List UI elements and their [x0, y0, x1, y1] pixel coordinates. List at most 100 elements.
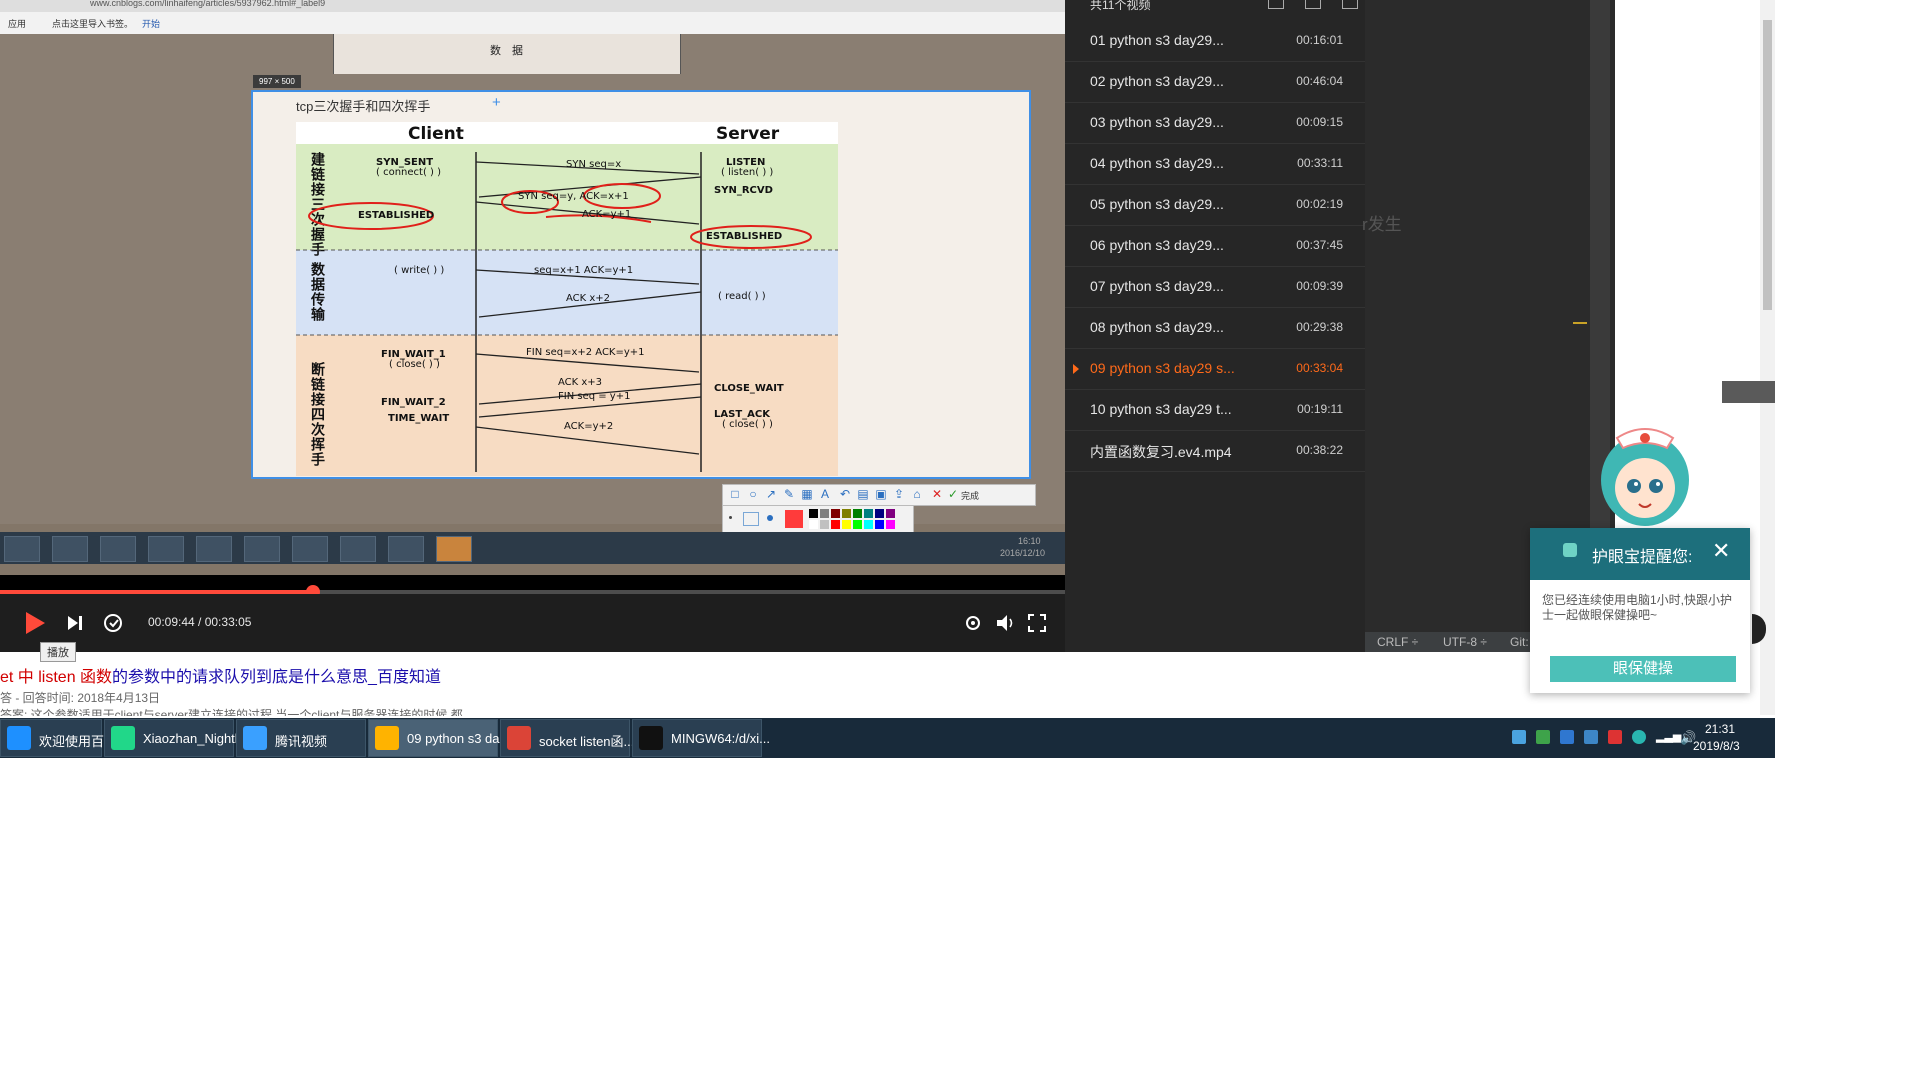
color-swatch[interactable]: [831, 509, 840, 518]
playlist-item[interactable]: 08 python s3 day29... 00:29:38: [1065, 307, 1365, 349]
search-result-link-text[interactable]: 的参数中的请求队列到底是什么意思_百度知道: [112, 669, 441, 686]
playlist-delete-icon[interactable]: [1342, 0, 1358, 9]
inner-app-icon: [244, 536, 280, 562]
pen-size-small-icon[interactable]: [729, 516, 732, 519]
line-separator-status[interactable]: CRLF ÷: [1377, 635, 1418, 649]
next-icon[interactable]: [66, 614, 84, 632]
arrow-tool-icon[interactable]: ↗: [765, 488, 777, 500]
taskbar-app-icon: [507, 726, 531, 750]
close-icon[interactable]: ✕: [1712, 538, 1730, 564]
clock-date[interactable]: 2019/8/3: [1693, 739, 1740, 753]
color-swatch[interactable]: [886, 520, 895, 529]
inner-app-icon: [292, 536, 328, 562]
message-label: ACK x+3: [558, 377, 603, 388]
playlist-order-icon[interactable]: [1305, 0, 1321, 9]
current-color-swatch[interactable]: [785, 510, 803, 528]
pen-size-large-icon[interactable]: [767, 515, 773, 521]
playlist-item[interactable]: 内置函数复习.ev4.mp4 00:38:22: [1065, 430, 1365, 472]
color-swatch[interactable]: [831, 520, 840, 529]
save-icon[interactable]: ▤: [857, 488, 869, 500]
confirm-icon[interactable]: ✓: [947, 488, 959, 500]
editor-marker: [1573, 322, 1587, 324]
playlist-item[interactable]: 03 python s3 day29... 00:09:15: [1065, 102, 1365, 144]
clock-time[interactable]: 21:31: [1705, 722, 1735, 736]
network-signal-icon[interactable]: ▂▃▅: [1656, 730, 1681, 744]
taskbar-button[interactable]: Xiaozhan_Nightl...: [104, 719, 249, 757]
playlist-item-duration: 00:09:39: [1296, 279, 1343, 293]
playlist-item-title: 03 python s3 day29...: [1090, 114, 1224, 130]
taskbar-button-label: 09 python s3 da...: [407, 731, 511, 746]
color-swatch[interactable]: [875, 509, 884, 518]
share-icon[interactable]: ⇪: [893, 488, 905, 500]
taskbar-button[interactable]: 腾讯视频: [236, 719, 366, 757]
color-swatch[interactable]: [809, 520, 818, 529]
color-swatch[interactable]: [853, 509, 862, 518]
tray-security-icon[interactable]: [1584, 730, 1598, 744]
playlist-item[interactable]: 07 python s3 day29... 00:09:39: [1065, 266, 1365, 308]
loop-icon[interactable]: [102, 612, 124, 634]
undo-icon[interactable]: ↶: [839, 488, 851, 500]
color-swatch[interactable]: [809, 509, 818, 518]
capture-toolbar: □ ○ ↗ ✎ ▦ A ↶ ▤ ▣ ⇪ ⌂ ✕ ✓ 完成: [722, 484, 1036, 506]
color-swatch[interactable]: [864, 520, 873, 529]
client-state: ( close( ) ): [389, 359, 440, 370]
color-swatch[interactable]: [820, 509, 829, 518]
browser-scrollbar-thumb[interactable]: [1763, 20, 1772, 310]
cancel-icon[interactable]: ✕: [931, 488, 943, 500]
color-swatch[interactable]: [842, 509, 851, 518]
volume-icon[interactable]: [994, 612, 1016, 634]
tray-alert-icon[interactable]: [1608, 730, 1622, 744]
color-swatch[interactable]: [820, 520, 829, 529]
eye-care-popup-title: 护眼宝提醒您:: [1592, 549, 1693, 566]
fullscreen-icon[interactable]: [1026, 612, 1048, 634]
floating-widget[interactable]: [1722, 381, 1775, 403]
tray-app-icon[interactable]: [1512, 730, 1526, 744]
taskbar-button[interactable]: MINGW64:/d/xi...: [632, 719, 770, 757]
client-state: ESTABLISHED: [358, 210, 435, 221]
playlist-sort-icon[interactable]: [1268, 0, 1284, 9]
rectangle-tool-icon[interactable]: □: [729, 488, 741, 500]
pen-size-medium-icon[interactable]: [743, 512, 759, 526]
color-swatch[interactable]: [875, 520, 884, 529]
brush-tool-icon[interactable]: ✎: [783, 488, 795, 500]
editor-text-fragment: r发生: [1362, 215, 1402, 234]
message-label: SYN seq=y, ACK=x+1: [518, 191, 629, 202]
encoding-status[interactable]: UTF-8 ÷: [1443, 635, 1487, 649]
taskbar-button[interactable]: 欢迎使用百度网盘: [0, 719, 143, 757]
done-label[interactable]: 完成: [961, 489, 979, 502]
speaker-icon[interactable]: 🔊: [1680, 730, 1696, 745]
text-tool-icon[interactable]: A: [819, 488, 831, 500]
playlist-item[interactable]: 09 python s3 day29 s... 00:33:04: [1065, 348, 1365, 390]
playlist-item[interactable]: 05 python s3 day29... 00:02:19: [1065, 184, 1365, 226]
playlist-item[interactable]: 10 python s3 day29 t... 00:19:11: [1065, 389, 1365, 431]
taskbar-button[interactable]: socket listen函...: [500, 719, 634, 757]
color-swatch[interactable]: [853, 520, 862, 529]
taskbar-app-icon: [639, 726, 663, 750]
playlist-item-duration: 00:09:15: [1296, 115, 1343, 129]
playlist-item[interactable]: 02 python s3 day29... 00:46:04: [1065, 61, 1365, 103]
search-result-link-keyword[interactable]: et 中 listen 函数: [0, 669, 112, 686]
ellipse-tool-icon[interactable]: ○: [747, 488, 759, 500]
tray-network-drive-icon[interactable]: [1560, 730, 1574, 744]
tray-video-icon[interactable]: [1536, 730, 1550, 744]
color-swatch[interactable]: [864, 509, 873, 518]
settings-icon[interactable]: [962, 612, 984, 634]
playlist-item-duration: 00:33:04: [1296, 361, 1343, 375]
playlist-item-duration: 00:46:04: [1296, 74, 1343, 88]
playlist-item[interactable]: 01 python s3 day29... 00:16:01: [1065, 20, 1365, 62]
taskbar-button[interactable]: 09 python s3 da...: [368, 719, 510, 757]
tray-eye-care-icon[interactable]: [1632, 730, 1646, 744]
playlist-item[interactable]: 06 python s3 day29... 00:37:45: [1065, 225, 1365, 267]
play-button[interactable]: [26, 612, 45, 634]
search-result-link[interactable]: et 中 listen 函数的参数中的请求队列到底是什么意思_百度知道: [0, 663, 441, 687]
mosaic-tool-icon[interactable]: ▦: [801, 488, 813, 500]
copy-icon[interactable]: ▣: [875, 488, 887, 500]
server-state: SYN_RCVD: [714, 185, 773, 196]
color-swatch[interactable]: [886, 509, 895, 518]
capture-title: tcp三次握手和四次挥手: [296, 99, 431, 114]
eye-exercise-button[interactable]: 眼保健操: [1550, 656, 1736, 682]
color-swatch[interactable]: [842, 520, 851, 529]
pin-icon[interactable]: ⌂: [911, 488, 923, 500]
capture-size-tag: 997 × 500: [253, 75, 301, 88]
playlist-item[interactable]: 04 python s3 day29... 00:33:11: [1065, 143, 1365, 185]
